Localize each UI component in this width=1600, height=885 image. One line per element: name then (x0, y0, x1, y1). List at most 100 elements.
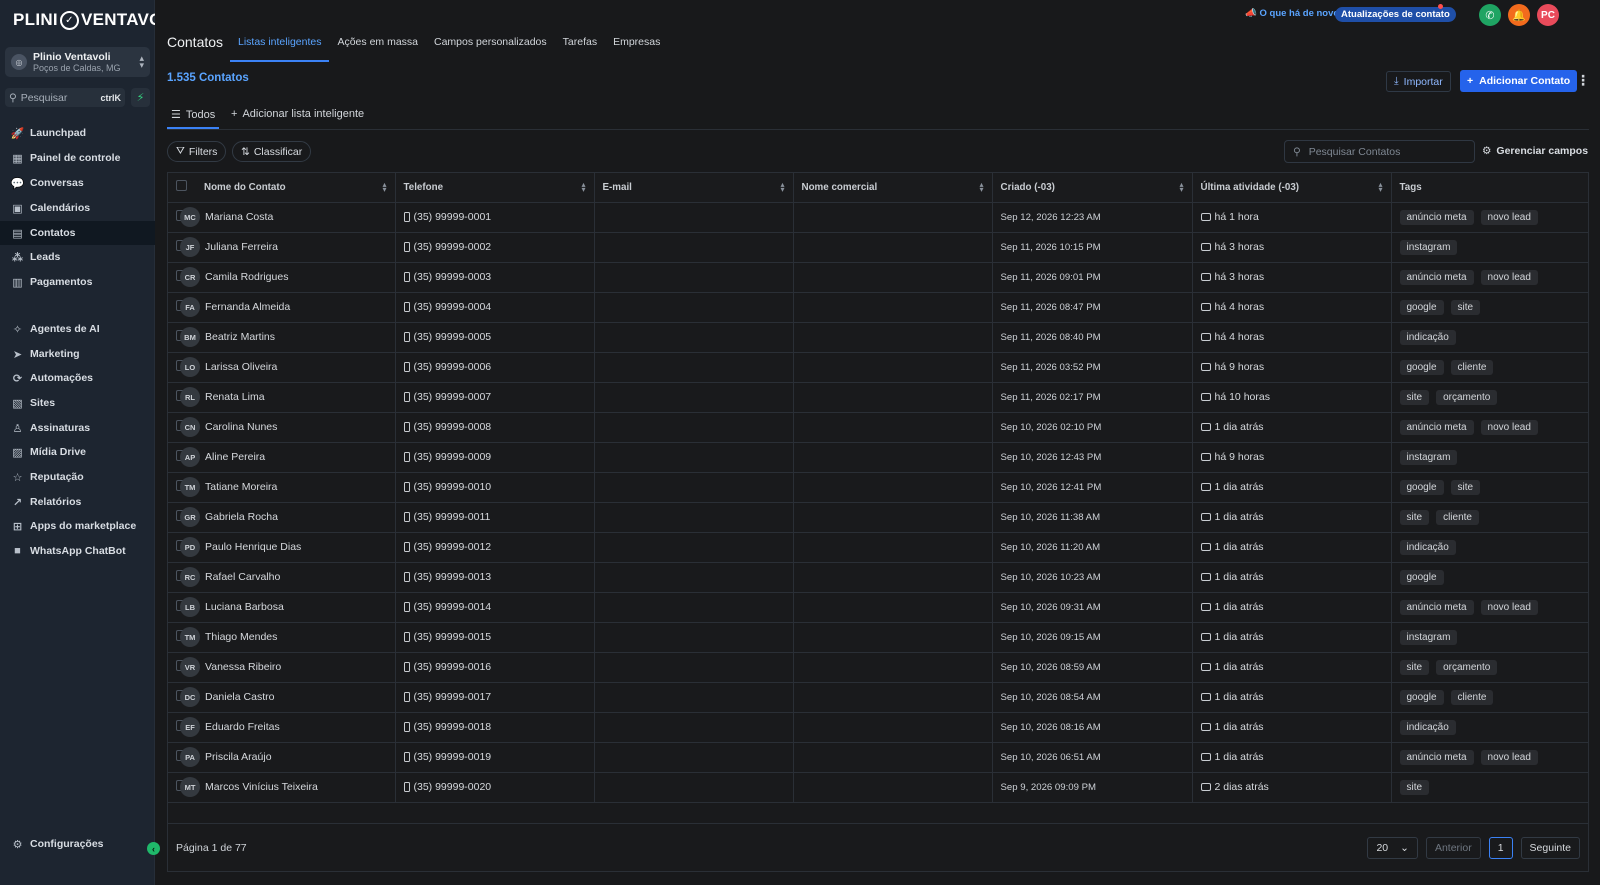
table-row[interactable]: VR Vanessa Ribeiro (35) 99999-0016 Sep 1… (168, 652, 1588, 683)
tag[interactable]: site (1399, 659, 1430, 675)
table-row[interactable]: CN Carolina Nunes (35) 99999-0008 Sep 10… (168, 412, 1588, 443)
tag[interactable]: google (1399, 299, 1444, 315)
phone-cell[interactable]: (35) 99999-0020 (395, 772, 595, 803)
tab-empresas[interactable]: Empresas (605, 30, 668, 62)
tag[interactable]: google (1399, 569, 1444, 585)
tag[interactable]: site (1450, 479, 1481, 495)
contact-name[interactable]: Thiago Mendes (205, 631, 277, 643)
tag[interactable]: site (1399, 779, 1430, 795)
phone-cell[interactable]: (35) 99999-0015 (395, 622, 595, 653)
contact-name-cell[interactable]: JF Juliana Ferreira (180, 232, 396, 263)
sidebar-item-launchpad[interactable]: 🚀 Launchpad (0, 121, 155, 145)
sidebar-item-automa-es[interactable]: ⟳ Automações (0, 366, 155, 390)
contact-name[interactable]: Daniela Castro (205, 691, 274, 703)
tag[interactable]: instagram (1399, 449, 1458, 465)
phone-cell[interactable]: (35) 99999-0004 (395, 292, 595, 323)
tag[interactable]: orçamento (1436, 659, 1498, 675)
phone-number[interactable]: (35) 99999-0010 (414, 481, 492, 493)
contact-name-cell[interactable]: MC Mariana Costa (180, 202, 396, 233)
filters-button[interactable]: ⛛ Filters (167, 141, 227, 162)
tag[interactable]: instagram (1399, 239, 1458, 255)
tab-listas-inteligentes[interactable]: Listas inteligentes (230, 30, 330, 62)
tag[interactable]: site (1399, 509, 1430, 525)
manage-fields-button[interactable]: ⚙ Gerenciar campos (1482, 145, 1588, 157)
tag[interactable]: cliente (1450, 689, 1494, 705)
table-row[interactable]: AP Aline Pereira (35) 99999-0009 Sep 10,… (168, 442, 1588, 473)
tag[interactable]: anúncio meta (1399, 269, 1474, 285)
tag[interactable]: novo lead (1480, 419, 1538, 435)
table-row[interactable]: RC Rafael Carvalho (35) 99999-0013 Sep 1… (168, 562, 1588, 593)
sidebar-item-assinaturas[interactable]: ♙ Assinaturas (0, 416, 155, 440)
page-size-select[interactable]: 20 ⌄ (1367, 836, 1418, 859)
quick-action-bolt-icon[interactable]: ⚡ (131, 88, 150, 107)
phone-cell[interactable]: (35) 99999-0016 (395, 652, 595, 683)
sort-icon[interactable]: ▴ ▾ (780, 181, 784, 194)
contact-name[interactable]: Fernanda Almeida (205, 301, 290, 313)
column-header-email[interactable]: E-mail ▴ ▾ (594, 173, 794, 203)
sidebar-item-settings[interactable]: ⚙ Configurações (0, 832, 155, 856)
column-header-created[interactable]: Criado (-03) ▴ ▾ (992, 173, 1193, 203)
phone-number[interactable]: (35) 99999-0020 (414, 781, 492, 793)
contact-name[interactable]: Eduardo Freitas (205, 721, 280, 733)
add-smart-list-button[interactable]: + Adicionar lista inteligente (227, 108, 368, 126)
phone-number[interactable]: (35) 99999-0012 (414, 541, 492, 553)
phone-cell[interactable]: (35) 99999-0010 (395, 472, 595, 503)
contact-name-cell[interactable]: LO Larissa Oliveira (180, 352, 396, 383)
contact-name-cell[interactable]: LB Luciana Barbosa (180, 592, 396, 623)
contact-name[interactable]: Rafael Carvalho (205, 571, 280, 583)
contact-name[interactable]: Marcos Vinícius Teixeira (205, 781, 318, 793)
contact-name[interactable]: Renata Lima (205, 391, 265, 403)
import-button[interactable]: ⤓ Importar (1386, 71, 1451, 92)
contact-updates-button[interactable]: Atualizações de contato (1335, 7, 1456, 22)
phone-number[interactable]: (35) 99999-0002 (414, 241, 492, 253)
contact-name-cell[interactable]: RC Rafael Carvalho (180, 562, 396, 593)
tag[interactable]: anúncio meta (1399, 749, 1474, 765)
phone-cell[interactable]: (35) 99999-0003 (395, 262, 595, 293)
table-row[interactable]: TM Thiago Mendes (35) 99999-0015 Sep 10,… (168, 622, 1588, 653)
phone-cell[interactable]: (35) 99999-0002 (395, 232, 595, 263)
tag[interactable]: novo lead (1480, 209, 1538, 225)
phone-cell[interactable]: (35) 99999-0008 (395, 412, 595, 443)
phone-number[interactable]: (35) 99999-0001 (414, 211, 492, 223)
phone-cell[interactable]: (35) 99999-0019 (395, 742, 595, 773)
table-row[interactable]: LO Larissa Oliveira (35) 99999-0006 Sep … (168, 352, 1588, 383)
table-row[interactable]: PD Paulo Henrique Dias (35) 99999-0012 S… (168, 532, 1588, 563)
sidebar-item-sites[interactable]: ▧ Sites (0, 391, 155, 415)
contact-name-cell[interactable]: MT Marcos Vinícius Teixeira (180, 772, 396, 803)
next-page-button[interactable]: Seguinte (1520, 836, 1580, 859)
phone-number[interactable]: (35) 99999-0007 (414, 391, 492, 403)
table-row[interactable]: CR Camila Rodrigues (35) 99999-0003 Sep … (168, 262, 1588, 293)
table-row[interactable]: MC Mariana Costa (35) 99999-0001 Sep 12,… (168, 202, 1588, 233)
notifications-button[interactable]: 🔔 (1508, 4, 1530, 26)
phone-cell[interactable]: (35) 99999-0001 (395, 202, 595, 233)
phone-number[interactable]: (35) 99999-0017 (414, 691, 492, 703)
phone-cell[interactable]: (35) 99999-0013 (395, 562, 595, 593)
contact-name-cell[interactable]: DC Daniela Castro (180, 682, 396, 713)
phone-number[interactable]: (35) 99999-0015 (414, 631, 492, 643)
phone-number[interactable]: (35) 99999-0004 (414, 301, 492, 313)
table-row[interactable]: FA Fernanda Almeida (35) 99999-0004 Sep … (168, 292, 1588, 323)
contact-name[interactable]: Paulo Henrique Dias (205, 541, 301, 553)
tag[interactable]: google (1399, 359, 1444, 375)
phone-cell[interactable]: (35) 99999-0012 (395, 532, 595, 563)
sidebar-item-calend-rios[interactable]: ▣ Calendários (0, 196, 155, 220)
table-row[interactable]: RL Renata Lima (35) 99999-0007 Sep 11, 2… (168, 382, 1588, 413)
tab-tarefas[interactable]: Tarefas (555, 30, 605, 62)
tag[interactable]: anúncio meta (1399, 599, 1474, 615)
phone-number[interactable]: (35) 99999-0005 (414, 331, 492, 343)
phone-cell[interactable]: (35) 99999-0014 (395, 592, 595, 623)
contact-name-cell[interactable]: AP Aline Pereira (180, 442, 396, 473)
contact-name-cell[interactable]: TM Thiago Mendes (180, 622, 396, 653)
contact-name-cell[interactable]: GR Gabriela Rocha (180, 502, 396, 533)
previous-page-button[interactable]: Anterior (1425, 836, 1481, 859)
table-row[interactable]: JF Juliana Ferreira (35) 99999-0002 Sep … (168, 232, 1588, 263)
contact-name[interactable]: Camila Rodrigues (205, 271, 288, 283)
phone-number[interactable]: (35) 99999-0018 (414, 721, 492, 733)
contact-name[interactable]: Gabriela Rocha (205, 511, 278, 523)
phone-cell[interactable]: (35) 99999-0009 (395, 442, 595, 473)
tag[interactable]: indicação (1399, 329, 1456, 345)
phone-number[interactable]: (35) 99999-0006 (414, 361, 492, 373)
sidebar-item-reputa-o[interactable]: ☆ Reputação (0, 465, 155, 489)
phone-cell[interactable]: (35) 99999-0011 (395, 502, 595, 533)
sidebar-item-conversas[interactable]: 💬 Conversas (0, 171, 155, 195)
